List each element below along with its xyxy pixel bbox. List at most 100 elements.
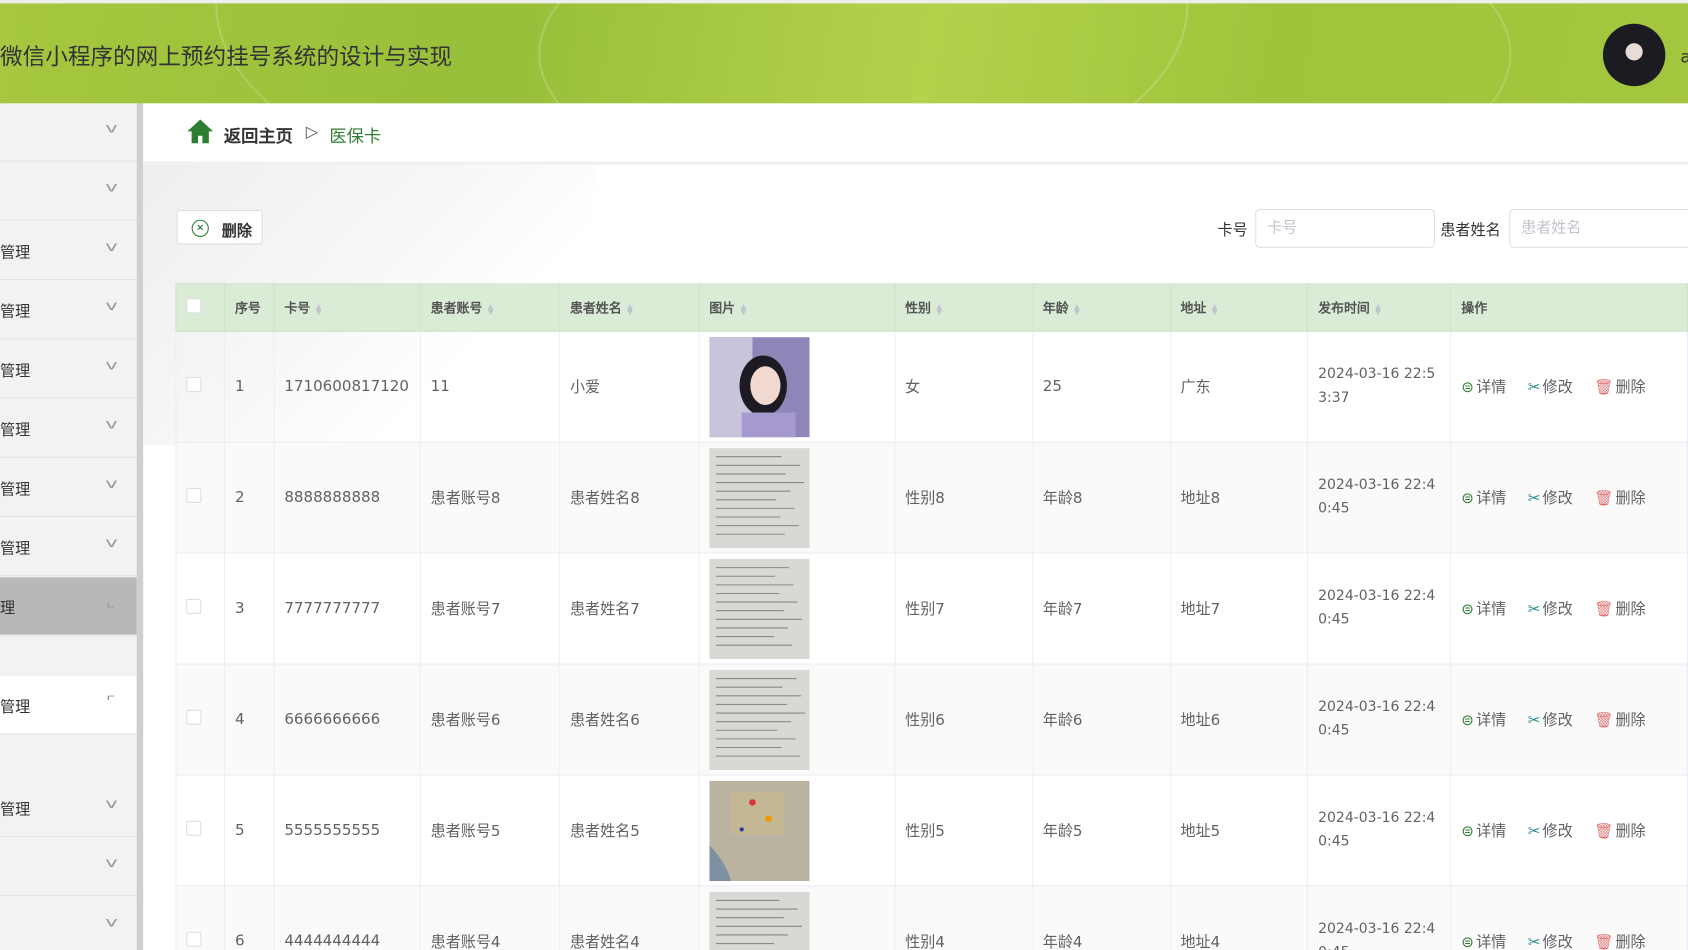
edit-button[interactable]: ✂ 修改	[1528, 490, 1584, 507]
cell-address: 地址6	[1169, 663, 1309, 776]
card-image[interactable]	[709, 891, 810, 950]
detail-button[interactable]: ⊜ 详情	[1461, 712, 1517, 729]
sidebar-item[interactable]: 管理 v	[0, 222, 137, 281]
search-detail-icon: ⊜	[1461, 490, 1474, 508]
sidebar-item[interactable]: v	[0, 838, 137, 897]
edit-button[interactable]: ✂ 修改	[1528, 601, 1584, 618]
row-checkbox[interactable]	[186, 709, 202, 725]
breadcrumb-separator-icon: ▷	[305, 121, 319, 142]
row-delete-button[interactable]: 🗑 删除	[1594, 934, 1656, 950]
patient-name-filter-label: 患者姓名	[1440, 221, 1501, 240]
cell-image	[698, 774, 896, 887]
edit-button[interactable]: ✂ 修改	[1528, 823, 1584, 840]
sidebar-item[interactable]: 管理 v	[0, 400, 137, 458]
row-select	[175, 663, 226, 776]
sort-icon[interactable]: ▲ ▼	[936, 303, 942, 316]
sidebar-item[interactable]: 管理 v	[0, 340, 137, 399]
username[interactable]: a	[1680, 46, 1688, 66]
sidebar-item[interactable]: 管理 v	[0, 459, 137, 518]
cell-actions: ⊜ 详情 ✂ 修改 🗑 删除	[1450, 441, 1688, 554]
row-delete-button[interactable]: 🗑 删除	[1594, 490, 1656, 507]
cell-address: 地址7	[1169, 552, 1309, 665]
row-checkbox[interactable]	[186, 598, 202, 614]
table-row: 5 5555555555 患者账号5 患者姓名5 性别5 年龄5 地址5 2024-03-16…	[175, 774, 1688, 887]
cell-name: 患者姓名6	[559, 663, 700, 776]
column-header[interactable]: 发布时间 ▲ ▼	[1307, 283, 1452, 332]
row-checkbox[interactable]	[186, 487, 202, 504]
edit-button[interactable]: ✂ 修改	[1528, 934, 1584, 950]
column-header[interactable]: 性别 ▲ ▼	[894, 283, 1034, 332]
edit-button[interactable]: ✂ 修改	[1528, 379, 1584, 396]
row-checkbox[interactable]	[186, 931, 202, 947]
card-image[interactable]	[709, 447, 810, 548]
sidebar-item[interactable]: 管理 v	[0, 518, 137, 577]
avatar[interactable]	[1602, 23, 1666, 87]
detail-button[interactable]: ⊜ 详情	[1461, 823, 1517, 840]
table-row: 6 4444444444 患者账号4 患者姓名4 性别4 年龄4 地址4 2024-03-16…	[175, 885, 1688, 950]
detail-label: 详情	[1476, 711, 1507, 730]
column-header-label: 患者姓名	[569, 300, 622, 316]
card-image[interactable]	[709, 780, 810, 881]
column-header[interactable]: 卡号 ▲ ▼	[273, 283, 421, 332]
column-header[interactable]: 年龄 ▲ ▼	[1032, 283, 1171, 332]
row-delete-button[interactable]: 🗑 删除	[1594, 379, 1656, 396]
sort-icon[interactable]: ▲ ▼	[740, 303, 746, 316]
sort-icon[interactable]: ▲ ▼	[316, 303, 322, 316]
sort-icon[interactable]: ▲ ▼	[1074, 303, 1080, 316]
delete-button[interactable]: × 删除	[176, 210, 263, 245]
row-delete-button[interactable]: 🗑 删除	[1594, 601, 1656, 618]
row-delete-button[interactable]: 🗑 删除	[1594, 712, 1656, 729]
sort-icon[interactable]: ▲ ▼	[1212, 303, 1218, 316]
detail-label: 详情	[1476, 822, 1507, 841]
column-header-label: 性别	[905, 300, 931, 316]
sort-icon[interactable]: ▲ ▼	[1375, 303, 1381, 316]
column-header[interactable]: 患者姓名 ▲ ▼	[559, 283, 700, 332]
cell-name: 患者姓名4	[559, 885, 700, 950]
edit-button[interactable]: ✂ 修改	[1528, 712, 1584, 729]
breadcrumb-home[interactable]: 返回主页	[224, 122, 293, 148]
delete-label: 删除	[1615, 379, 1646, 397]
sidebar-item[interactable]: 管理 v	[0, 281, 137, 340]
card-image[interactable]	[709, 669, 810, 770]
card-image[interactable]	[709, 558, 810, 659]
column-header[interactable]: 地址 ▲ ▼	[1169, 283, 1309, 332]
cell-gender: 性别8	[894, 441, 1034, 554]
card-search-input[interactable]	[1255, 208, 1435, 248]
cell-time: 2024-03-16 22:40:45	[1307, 663, 1452, 776]
row-checkbox[interactable]	[186, 820, 202, 836]
cell-account: 患者账号5	[419, 774, 561, 887]
cell-card: 1710600817120	[273, 330, 421, 443]
cell-age: 年龄6	[1032, 663, 1171, 776]
sidebar-item[interactable]: 管理 ⌜	[0, 676, 137, 735]
detail-button[interactable]: ⊜ 详情	[1461, 490, 1517, 507]
sort-icon[interactable]: ▲ ▼	[488, 303, 494, 316]
sidebar-item[interactable]: v	[0, 103, 137, 162]
card-image[interactable]	[709, 336, 810, 437]
column-header[interactable]: 图片 ▲ ▼	[698, 283, 896, 332]
detail-button[interactable]: ⊜ 详情	[1461, 601, 1517, 618]
sidebar-item[interactable]: 理 ⌞	[0, 577, 137, 636]
row-delete-button[interactable]: 🗑 删除	[1594, 823, 1656, 840]
header-select	[175, 283, 226, 332]
row-checkbox[interactable]	[186, 376, 202, 393]
chevron-down-icon: v	[105, 239, 118, 255]
sort-icon[interactable]: ▲ ▼	[627, 303, 633, 316]
sidebar-item[interactable]: 管理 v	[0, 779, 137, 837]
top-header: 微信小程序的网上预约挂号系统的设计与实现 a	[0, 0, 1688, 104]
chevron-down-icon: v	[105, 914, 118, 930]
sidebar-item[interactable]: v	[0, 897, 137, 950]
cell-image	[698, 885, 896, 950]
patient-name-search-input[interactable]	[1509, 208, 1688, 248]
sidebar-item[interactable]: v	[0, 163, 137, 221]
cell-actions: ⊜ 详情 ✂ 修改 🗑 删除	[1450, 774, 1688, 887]
detail-button[interactable]: ⊜ 详情	[1461, 934, 1517, 950]
chevron-down-icon: v	[105, 298, 118, 314]
sidebar-item[interactable]	[0, 635, 137, 676]
trash-icon: 🗑	[1594, 822, 1614, 841]
detail-button[interactable]: ⊜ 详情	[1461, 379, 1517, 396]
close-circle-icon: ×	[191, 219, 209, 237]
column-header[interactable]: 患者账号 ▲ ▼	[419, 283, 561, 332]
select-all-checkbox[interactable]	[186, 298, 202, 314]
tools-icon: ✂	[1527, 490, 1541, 508]
home-icon[interactable]	[186, 118, 214, 144]
